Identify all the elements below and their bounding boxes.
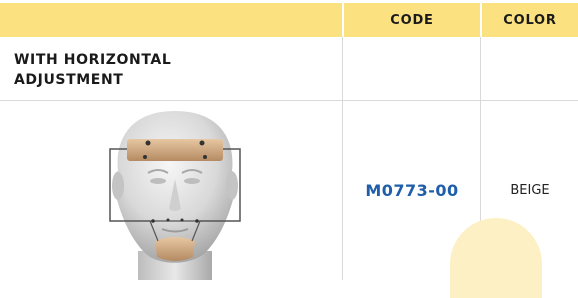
- product-image-cell: [0, 101, 342, 280]
- mannequin-facemask-image: [109, 111, 241, 280]
- header-cell-image: [0, 3, 342, 37]
- product-code: M0773-00: [365, 181, 459, 200]
- header-color-label: COLOR: [503, 12, 557, 28]
- product-table: CODE COLOR WITH HORIZONTAL ADJUSTMENT M0…: [0, 0, 578, 298]
- row-title-line1: WITH HORIZONTAL: [14, 52, 172, 68]
- row-title-cell: WITH HORIZONTAL ADJUSTMENT: [14, 50, 334, 90]
- row-title-line2: ADJUSTMENT: [14, 72, 124, 88]
- grid-divider: [342, 37, 343, 280]
- header-cell-code: CODE: [344, 3, 480, 37]
- product-color: BEIGE: [510, 183, 550, 198]
- header-cell-color: COLOR: [482, 3, 578, 37]
- code-cell: M0773-00: [344, 101, 480, 280]
- color-cell: BEIGE: [482, 101, 578, 280]
- header-code-label: CODE: [390, 12, 434, 28]
